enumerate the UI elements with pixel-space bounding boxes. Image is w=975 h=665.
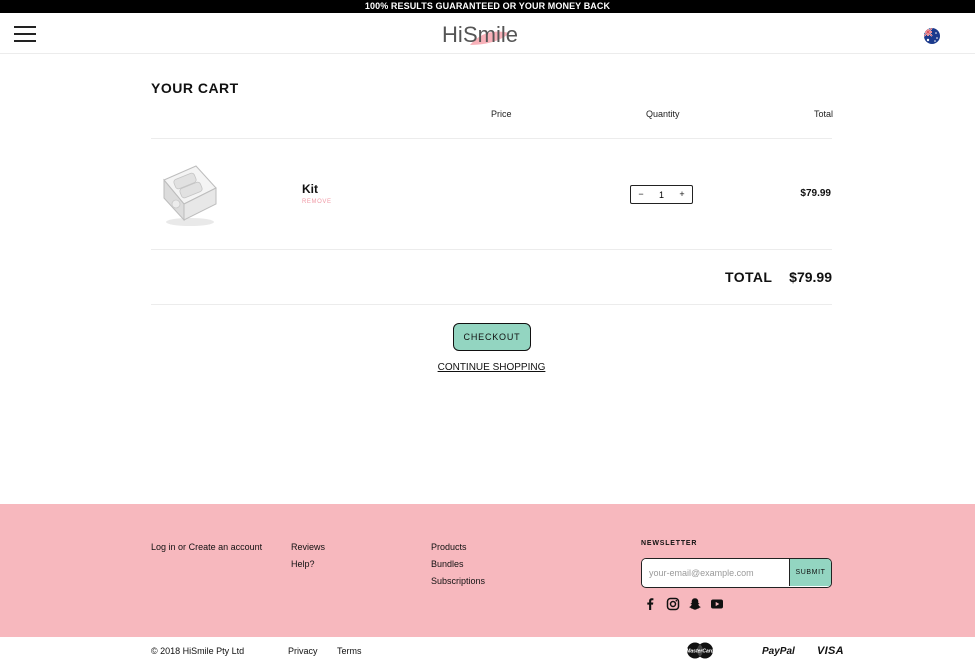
column-header-quantity: Quantity — [646, 109, 680, 119]
cart-total-value: $79.99 — [789, 269, 832, 285]
terms-link[interactable]: Terms — [337, 646, 362, 656]
newsletter-email-input[interactable] — [642, 559, 790, 586]
newsletter-submit-button[interactable]: SUBMIT — [789, 559, 831, 586]
footer-link-reviews[interactable]: Reviews — [291, 542, 325, 552]
visa-logo: VISA — [817, 645, 844, 657]
column-header-price: Price — [491, 109, 512, 119]
cart-title: YOUR CART — [151, 80, 239, 96]
account-links: Log in or Create an account — [151, 542, 262, 552]
checkout-button[interactable]: CHECKOUT — [453, 323, 531, 351]
facebook-icon[interactable] — [643, 597, 657, 611]
product-name[interactable]: Kit — [302, 182, 318, 196]
divider — [151, 304, 832, 305]
login-link[interactable]: Log in — [151, 542, 176, 552]
footer-link-help[interactable]: Help? — [291, 559, 315, 569]
announcement-bar: 100% RESULTS GUARANTEED OR YOUR MONEY BA… — [0, 0, 975, 13]
instagram-icon[interactable] — [666, 597, 680, 611]
quantity-input[interactable] — [649, 189, 674, 200]
quantity-stepper: − + — [630, 185, 693, 204]
privacy-link[interactable]: Privacy — [288, 646, 318, 656]
hismile-logo[interactable]: Hi Smile — [440, 19, 530, 49]
divider — [151, 138, 832, 139]
or-text: or — [178, 542, 187, 552]
mastercard-text: MasterCard — [686, 649, 714, 655]
snapchat-icon[interactable] — [688, 597, 702, 611]
newsletter-label: NEWSLETTER — [641, 540, 698, 547]
hamburger-icon[interactable] — [14, 26, 36, 42]
footer-link-products[interactable]: Products — [431, 542, 467, 552]
footer-link-subscriptions[interactable]: Subscriptions — [431, 576, 485, 586]
copyright-text: © 2018 HiSmile Pty Ltd — [151, 646, 245, 656]
column-header-total: Total — [814, 109, 834, 119]
paypal-logo: PayPal — [762, 646, 795, 657]
create-account-link[interactable]: Create an account — [189, 542, 263, 552]
cart-total-label: TOTAL — [725, 269, 773, 285]
decrement-button[interactable]: − — [636, 186, 646, 203]
footer-link-bundles[interactable]: Bundles — [431, 559, 464, 569]
product-image-kit[interactable] — [156, 158, 222, 228]
divider — [151, 249, 832, 250]
remove-item-link[interactable]: REMOVE — [302, 199, 332, 205]
newsletter-form: SUBMIT — [641, 558, 832, 588]
logo-text-smile: Smile — [463, 22, 518, 47]
logo-text-hi: Hi — [442, 22, 463, 47]
increment-button[interactable]: + — [677, 186, 687, 203]
youtube-icon[interactable] — [710, 597, 724, 611]
site-header: Hi Smile — [0, 13, 975, 54]
mastercard-icon: MasterCard — [686, 642, 715, 659]
australia-flag-icon[interactable] — [924, 28, 940, 44]
continue-shopping-link[interactable]: CONTINUE SHOPPING — [0, 362, 975, 373]
line-total: $79.99 — [800, 188, 831, 199]
